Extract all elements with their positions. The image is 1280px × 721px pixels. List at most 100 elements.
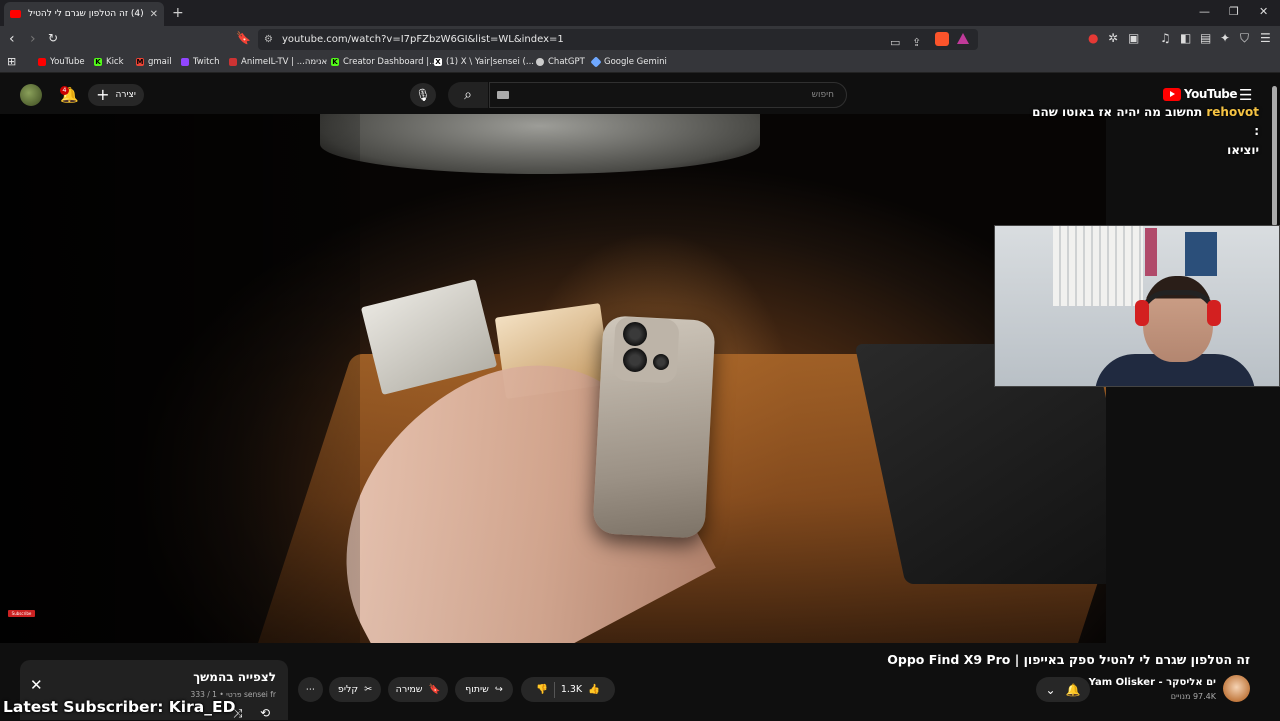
hamburger-menu-icon[interactable]: ☰ xyxy=(1239,86,1252,104)
avatar[interactable] xyxy=(20,84,42,106)
channel-avatar[interactable] xyxy=(1223,675,1250,702)
keyboard-icon[interactable] xyxy=(497,91,509,99)
video-scene-lamp xyxy=(320,114,760,174)
dislike-icon[interactable]: 👎 xyxy=(536,684,548,695)
playlist-title[interactable]: לצפייה בהמשך xyxy=(140,670,276,684)
chat-username: rehovot xyxy=(1206,105,1259,119)
bookmark-chatgpt[interactable]: ChatGPT xyxy=(536,57,585,67)
webcam-window xyxy=(1053,226,1143,306)
save-bookmark-icon: 🔖 xyxy=(428,684,441,695)
share-arrow-icon: ↪ xyxy=(494,684,503,695)
browser-tab[interactable]: (4) זה הטלפון שגרם לי להטיל ספ ✕ xyxy=(4,2,164,26)
minimize-icon[interactable]: — xyxy=(1199,5,1210,18)
restore-icon[interactable]: ❐ xyxy=(1229,5,1239,18)
voice-search-button[interactable]: 🎙 xyxy=(410,83,436,107)
share-icon[interactable]: ⇪ xyxy=(912,32,921,53)
search-icon: ⌕ xyxy=(464,87,472,103)
bookmark-animeil[interactable]: AnimeIL-TV | ...אנימה xyxy=(229,57,327,67)
forward-icon[interactable]: › xyxy=(30,31,36,47)
more-dots-icon: ⋯ xyxy=(305,684,316,695)
youtube-logo[interactable]: YouTube xyxy=(1163,87,1238,101)
close-window-icon[interactable]: ✕ xyxy=(1259,5,1268,18)
vpn-icon[interactable]: ⛉ xyxy=(1240,31,1249,46)
extension-record-icon[interactable]: ● xyxy=(1088,31,1098,45)
sidebar-icon[interactable]: ◧ xyxy=(1180,31,1191,45)
webcam-poster xyxy=(1145,228,1157,276)
brave-shields-icon[interactable] xyxy=(935,32,949,46)
address-bar[interactable]: ⚙ youtube.com/watch?v=I7pFZbzW6GI&list=W… xyxy=(258,29,978,50)
gemini-icon xyxy=(590,56,602,68)
back-icon[interactable]: ‹ xyxy=(9,31,15,47)
search-button[interactable]: ⌕ xyxy=(448,82,488,108)
browser-tab-bar: (4) זה הטלפון שגרם לי להטיל ספ ✕ + — ❐ ✕ xyxy=(0,0,1280,26)
scissors-icon: ✂ xyxy=(364,684,373,695)
bookmark-icon[interactable]: 🔖 xyxy=(236,31,251,45)
phone-lens xyxy=(623,348,647,372)
clip-label: קליפ xyxy=(337,684,359,695)
bookmark-youtube[interactable]: YouTube xyxy=(38,57,85,67)
headphone-ear xyxy=(1135,300,1149,326)
cast-icon[interactable]: ▭ xyxy=(890,32,900,53)
bookmark-twitch[interactable]: Twitch xyxy=(181,57,220,67)
youtube-icon xyxy=(38,58,46,66)
video-title: זה הטלפון שגרם לי להטיל ספק באייפון | Op… xyxy=(887,652,1250,667)
animeil-icon xyxy=(229,58,237,66)
webcam-overlay xyxy=(994,225,1280,387)
create-label: יצירה xyxy=(115,90,136,100)
share-label: שיתוף xyxy=(465,684,489,695)
close-playlist-icon[interactable]: ✕ xyxy=(30,676,43,694)
new-tab-icon[interactable]: + xyxy=(172,5,184,21)
stream-chat-overlay: rehovot תחשוב מה יהיה אז באוטו שהם : יוצ… xyxy=(1031,103,1259,160)
youtube-favicon-icon xyxy=(10,10,21,18)
webcam-poster xyxy=(1185,232,1217,276)
brave-rewards-icon[interactable] xyxy=(957,33,969,44)
subscription-notifications-button[interactable]: ⌄ 🔔 xyxy=(1036,677,1090,702)
bookmark-kick[interactable]: K Kick xyxy=(94,57,124,67)
save-label: שמירה xyxy=(395,684,423,695)
clip-button[interactable]: קליפ ✂ xyxy=(329,677,381,702)
site-info-icon[interactable]: ⚙ xyxy=(264,29,273,50)
bookmark-gemini[interactable]: Google Gemini xyxy=(590,56,667,68)
notification-count-badge: 4 xyxy=(60,86,69,95)
close-tab-icon[interactable]: ✕ xyxy=(150,9,158,20)
bookmark-gmail[interactable]: Mgmail xyxy=(136,57,172,67)
wallet-icon[interactable]: ▤ xyxy=(1200,31,1211,45)
phone-lens xyxy=(623,322,647,346)
phone-camera-module xyxy=(612,316,680,384)
youtube-logo-text: YouTube xyxy=(1184,87,1238,101)
apps-grid-icon[interactable]: ⊞ xyxy=(7,55,16,68)
bell-icon: 🔔 xyxy=(1065,682,1081,697)
youtube-play-icon xyxy=(1163,87,1181,101)
reload-icon[interactable]: ↻ xyxy=(48,31,58,45)
chat-line: rehovot תחשוב מה יהיה אז באוטו שהם : xyxy=(1031,103,1259,141)
plus-icon: + xyxy=(96,85,110,104)
kick-icon: K xyxy=(94,58,102,66)
chatgpt-icon xyxy=(536,58,544,66)
bookmark-x[interactable]: X (1) X \ Yair|sensei (... xyxy=(434,57,534,67)
twitch-icon xyxy=(181,58,189,66)
bookmark-creator-dashboard[interactable]: K Creator Dashboard |... xyxy=(331,57,437,67)
media-icon[interactable]: ♫ xyxy=(1160,31,1171,45)
page-scrollbar[interactable] xyxy=(1272,86,1277,226)
url-text: youtube.com/watch?v=I7pFZbzW6GI&list=WL&… xyxy=(282,34,564,45)
browser-menu-icon[interactable]: ☰ xyxy=(1260,31,1271,45)
more-actions-button[interactable]: ⋯ xyxy=(298,677,323,702)
phone-lens xyxy=(653,354,669,370)
create-button[interactable]: + יצירה xyxy=(88,84,144,106)
headphone-ear xyxy=(1207,300,1221,326)
subscribe-badge: Subscribe xyxy=(8,610,35,617)
screenshot-icon[interactable]: ▣ xyxy=(1128,31,1139,45)
gmail-icon: M xyxy=(136,58,144,66)
save-button[interactable]: שמירה 🔖 xyxy=(388,677,448,702)
share-button[interactable]: שיתוף ↪ xyxy=(455,677,513,702)
search-input[interactable]: חיפוש xyxy=(489,82,847,108)
like-icon[interactable]: 👍 xyxy=(588,684,600,695)
video-shadow xyxy=(0,114,360,643)
like-count[interactable]: 1.3K xyxy=(561,684,582,695)
video-player[interactable]: Subscribe xyxy=(0,114,1106,643)
divider xyxy=(553,681,555,698)
leo-ai-icon[interactable]: ✦ xyxy=(1220,31,1230,45)
kick-icon: K xyxy=(331,58,339,66)
loop-icon[interactable]: ⟲ xyxy=(260,706,270,720)
extensions-icon[interactable]: ✲ xyxy=(1108,31,1118,45)
